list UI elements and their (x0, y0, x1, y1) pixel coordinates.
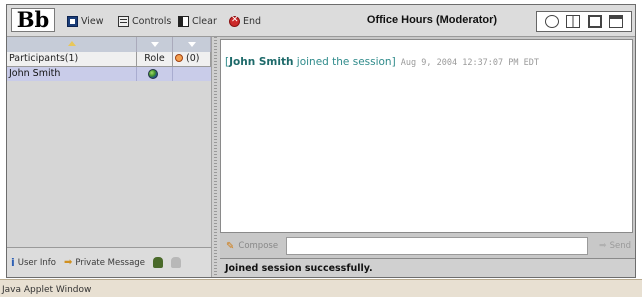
blackboard-logo: Bb (11, 8, 55, 32)
layout-selector (536, 11, 632, 32)
participant-role (137, 67, 173, 81)
send-arrow-icon: ➡ (599, 241, 607, 251)
chat-transcript[interactable]: [John Smith joined the session] Aug 9, 2… (220, 39, 633, 233)
layout-columns-icon[interactable] (566, 15, 581, 28)
applet-window-bar: Java Applet Window (0, 279, 642, 297)
participant-name: John Smith (7, 67, 137, 81)
controls-label: Controls (132, 16, 172, 27)
message-text: joined the session] (293, 56, 396, 68)
hand-raise-icon (175, 54, 183, 62)
status-bar: Joined session successfully. (220, 258, 635, 277)
participant-row[interactable]: John Smith (7, 67, 211, 81)
sort-role-arrow-icon[interactable] (137, 37, 173, 52)
view-button[interactable]: View (67, 14, 104, 29)
controls-button[interactable]: Controls (118, 14, 171, 29)
participants-column-header[interactable]: Participants(1) (7, 52, 137, 66)
compose-pencil-icon: ✎ (226, 240, 235, 252)
moderator-disabled-icon[interactable] (170, 257, 181, 268)
compose-row: ✎ Compose ➡ Send (220, 237, 635, 255)
layout-circle-icon[interactable] (544, 15, 559, 28)
layout-window-icon[interactable] (609, 15, 624, 28)
chat-message: [John Smith joined the session] Aug 9, 2… (225, 56, 628, 68)
globe-icon (148, 69, 158, 79)
user-info-button[interactable]: i User Info (11, 256, 56, 269)
clear-icon (178, 16, 189, 27)
view-label: View (81, 16, 104, 27)
role-column-header[interactable]: Role (137, 52, 173, 66)
message-sender: John Smith (229, 56, 294, 68)
message-timestamp: Aug 9, 2004 12:37:07 PM EDT (395, 58, 539, 68)
participants-header: Participants(1) Role (0) (7, 52, 211, 67)
end-icon (229, 15, 240, 27)
compose-button[interactable]: ✎ Compose (220, 237, 286, 255)
layout-box-icon[interactable] (587, 15, 602, 28)
sort-row (7, 37, 211, 52)
panel-splitter[interactable] (212, 37, 220, 277)
user-info-label: User Info (17, 257, 56, 268)
collaboration-applet: Bb View Controls Clear End Office Hours … (6, 4, 636, 278)
arrow-right-icon: ➡ (63, 257, 73, 268)
end-label: End (243, 16, 262, 27)
clear-label: Clear (192, 16, 217, 27)
private-message-button[interactable]: ➡ Private Message (64, 257, 145, 268)
participants-footer: i User Info ➡ Private Message (7, 247, 211, 277)
hand-raise-count: (0) (186, 53, 200, 64)
info-icon: i (11, 256, 15, 269)
clear-button[interactable]: Clear (178, 14, 217, 29)
end-button[interactable]: End (229, 14, 261, 29)
compose-label: Compose (238, 241, 279, 251)
participants-panel: Participants(1) Role (0) John Smith i Us… (7, 37, 212, 277)
message-input[interactable] (286, 237, 588, 255)
applet-window-label: Java Applet Window (2, 285, 92, 295)
sort-participants-arrow-icon[interactable] (7, 37, 137, 52)
participant-hand (173, 67, 211, 81)
hand-raise-column-header[interactable]: (0) (173, 52, 211, 66)
send-button[interactable]: ➡ Send (588, 237, 633, 255)
session-title: Office Hours (Moderator) (366, 14, 498, 26)
moderator-icon[interactable] (152, 257, 163, 268)
private-message-label: Private Message (75, 257, 145, 268)
controls-icon (118, 16, 129, 27)
send-label: Send (609, 241, 631, 251)
view-icon (67, 16, 78, 27)
toolbar: Bb View Controls Clear End Office Hours … (7, 5, 635, 37)
sort-hand-arrow-icon[interactable] (173, 37, 211, 52)
